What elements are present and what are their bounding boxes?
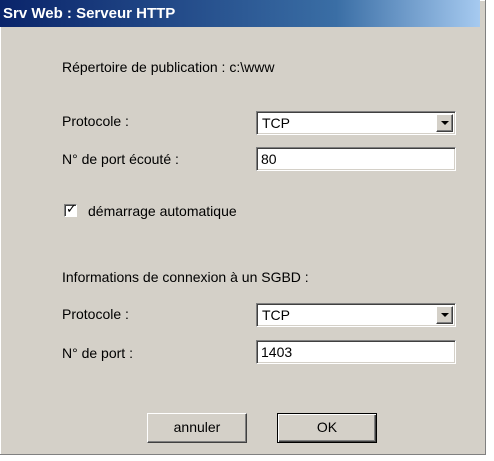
- check-icon: ✓: [66, 201, 77, 216]
- sgbd-port-label: N° de port :: [62, 345, 133, 361]
- dialog-window: Srv Web : Serveur HTTP Répertoire de pub…: [0, 0, 489, 455]
- autostart-label: démarrage automatique: [88, 203, 237, 219]
- http-port-input[interactable]: [256, 147, 456, 171]
- sgbd-section-label: Informations de connexion à un SGBD :: [62, 269, 309, 285]
- title-bar[interactable]: Srv Web : Serveur HTTP: [0, 0, 480, 27]
- sgbd-protocol-value: TCP: [262, 307, 290, 323]
- ok-button[interactable]: OK: [277, 413, 377, 443]
- chevron-down-icon[interactable]: [436, 114, 453, 132]
- chevron-down-icon[interactable]: [436, 306, 453, 324]
- sgbd-port-input[interactable]: [256, 340, 456, 364]
- http-protocol-label: Protocole :: [62, 113, 129, 129]
- window-title: Srv Web : Serveur HTTP: [3, 5, 176, 22]
- http-protocol-value: TCP: [262, 115, 290, 131]
- cancel-button[interactable]: annuler: [147, 413, 247, 443]
- publication-directory-label: Répertoire de publication : c:\www: [62, 59, 275, 75]
- http-protocol-select[interactable]: TCP: [256, 111, 456, 135]
- http-port-label: N° de port écouté :: [62, 151, 179, 167]
- sgbd-protocol-label: Protocole :: [62, 306, 129, 322]
- autostart-checkbox[interactable]: ✓: [64, 201, 77, 217]
- sgbd-protocol-select[interactable]: TCP: [256, 303, 456, 327]
